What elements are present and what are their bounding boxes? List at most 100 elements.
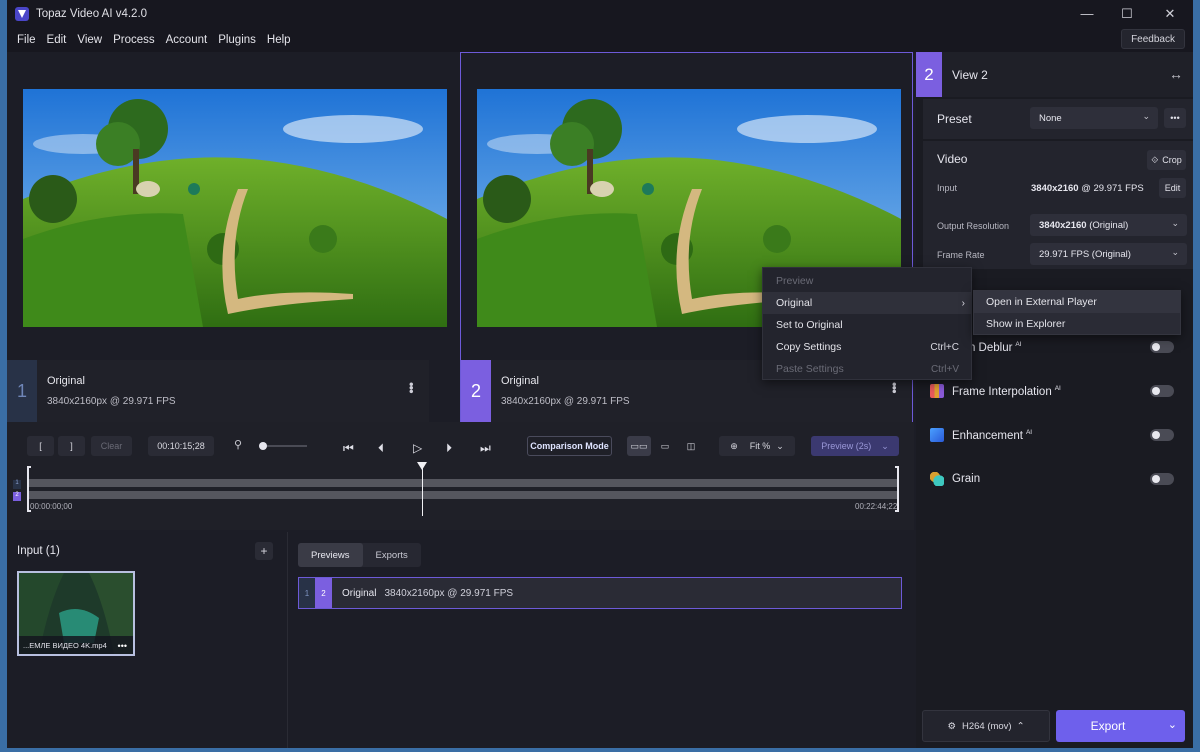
preset-dropdown[interactable]: None ⌄ <box>1030 107 1158 129</box>
step-back-icon[interactable]: ⏴ <box>378 441 384 456</box>
submenu-show-in-explorer[interactable]: Show in Explorer <box>974 313 1180 335</box>
grain-row: Grain <box>930 468 1180 490</box>
timecode-field[interactable]: 00:10:15;28 <box>148 436 214 456</box>
play-icon[interactable]: ▷ <box>413 441 422 455</box>
grain-toggle[interactable] <box>1150 473 1174 485</box>
previews-panel: Previews Exports 1 2 Original 3840x2160p… <box>288 532 914 748</box>
split-view-icon[interactable]: ◫ <box>679 436 703 456</box>
timeline-track-2[interactable] <box>27 491 899 499</box>
view-number-badge: 2 <box>916 52 942 97</box>
enhancement-row: Enhancement AI <box>930 424 1180 446</box>
minimize-button[interactable]: — <box>1067 0 1107 27</box>
viewer-number-badge[interactable]: 2 <box>461 360 491 422</box>
search-icon[interactable]: ⚲ <box>234 438 242 451</box>
single-view-icon[interactable]: ▭ <box>653 436 677 456</box>
feedback-button[interactable]: Feedback <box>1121 29 1185 49</box>
crop-button[interactable]: ⟐ Crop <box>1147 150 1186 170</box>
frame-rate-value: 29.971 FPS (Original) <box>1039 248 1131 260</box>
context-menu-original[interactable]: Original › <box>763 292 971 314</box>
chevron-down-icon[interactable]: ⌄ <box>881 441 889 452</box>
viewer-details: 3840x2160px @ 29.971 FPS <box>47 396 176 407</box>
viewer-details: 3840x2160px @ 29.971 FPS <box>501 396 630 407</box>
menu-view[interactable]: View <box>77 34 102 46</box>
skip-to-start-icon[interactable]: ⏮ <box>343 441 354 456</box>
crop-icon: ⟐ <box>1151 154 1159 165</box>
codec-label: H264 (mov) <box>961 720 1012 732</box>
preview-button[interactable]: Preview (2s) ⌄ <box>811 436 899 456</box>
mark-in-button[interactable]: [ <box>27 436 54 456</box>
timeline-track-1[interactable] <box>27 479 899 487</box>
settings-panel: 2 View 2 ↔ Preset None ⌄ ••• Video ⟐ Cro… <box>916 52 1193 748</box>
playhead[interactable] <box>416 462 427 516</box>
menu-plugins[interactable]: Plugins <box>218 34 256 46</box>
shortcut-label: Ctrl+V <box>930 363 959 375</box>
input-thumbnail[interactable]: ...ЕМЛЕ ВИДЕО 4K.mp4 ••• <box>17 571 135 656</box>
track-label-1: 1 <box>13 480 21 489</box>
viewer-title: Original <box>501 375 539 387</box>
context-menu-set-to-original[interactable]: Set to Original <box>763 314 971 336</box>
export-button[interactable]: Export ⌄ <box>1056 710 1185 742</box>
chevron-up-icon: ⌃ <box>1016 720 1025 732</box>
chevron-down-icon: ⌄ <box>1142 111 1150 121</box>
enhancement-toggle[interactable] <box>1150 429 1174 441</box>
tab-previews[interactable]: Previews <box>298 543 363 567</box>
motion-deblur-toggle[interactable] <box>1150 341 1174 353</box>
preset-more-button[interactable]: ••• <box>1164 108 1186 128</box>
chevron-down-icon: ⌄ <box>1171 218 1179 228</box>
menu-edit[interactable]: Edit <box>47 34 67 46</box>
timeline-end-time: 00:22:44;22 <box>855 502 898 511</box>
context-menu: Preview Original › Set to Original Copy … <box>762 267 972 380</box>
skip-to-end-icon[interactable]: ⏭ <box>480 441 491 456</box>
menu-file[interactable]: File <box>17 34 36 46</box>
frame-rate-dropdown[interactable]: 29.971 FPS (Original) ⌄ <box>1030 243 1187 265</box>
menu-help[interactable]: Help <box>267 34 291 46</box>
view-title: View 2 <box>952 67 988 82</box>
video-section: Video ⟐ Crop Input 3840x2160 @ 29.971 FP… <box>923 141 1193 269</box>
side-by-side-view-icon[interactable]: ▭▭ <box>627 436 651 456</box>
topaz-logo-icon <box>15 6 29 21</box>
input-panel-title: Input (1) <box>17 545 60 557</box>
more-options-icon[interactable]: ••• <box>118 641 127 651</box>
preset-label: Preset <box>937 112 972 126</box>
playhead-handle[interactable] <box>416 462 427 470</box>
clear-button[interactable]: Clear <box>91 436 132 456</box>
edit-input-button[interactable]: Edit <box>1159 178 1186 198</box>
timeline[interactable] <box>27 462 899 516</box>
input-value: 3840x2160 @ 29.971 FPS <box>1031 183 1144 194</box>
close-button[interactable]: ✕ <box>1147 0 1193 27</box>
more-options-icon[interactable]: ••• <box>887 382 902 393</box>
zoom-slider-handle[interactable] <box>259 442 267 450</box>
submenu-open-external-player[interactable]: Open in External Player <box>974 291 1180 313</box>
zoom-slider[interactable] <box>259 442 307 450</box>
more-options-icon[interactable]: ••• <box>404 382 419 393</box>
frame-interpolation-toggle[interactable] <box>1150 385 1174 397</box>
chevron-down-icon[interactable]: ⌄ <box>1168 718 1177 731</box>
preview-title: Original <box>342 587 377 599</box>
zoom-dropdown[interactable]: ⊕ Fit % ⌄ <box>719 436 795 456</box>
add-input-button[interactable]: + <box>255 542 273 560</box>
step-forward-icon[interactable]: ⏵ <box>446 441 452 456</box>
feature-label: Enhancement AI <box>952 428 1033 442</box>
frame-interpolation-icon <box>930 384 944 398</box>
video-section-title: Video <box>937 152 968 166</box>
mark-out-button[interactable]: ] <box>58 436 85 456</box>
output-resolution-dropdown[interactable]: 3840x2160 (Original) ⌄ <box>1030 214 1187 236</box>
codec-button[interactable]: ⚙ H264 (mov) ⌃ <box>922 710 1050 742</box>
shortcut-label: Ctrl+C <box>930 341 959 353</box>
tab-exports[interactable]: Exports <box>363 543 421 567</box>
track-label-2: 2 <box>13 492 21 501</box>
comparison-mode-button[interactable]: Comparison Mode <box>527 436 612 456</box>
preview-list-item[interactable]: 1 2 Original 3840x2160px @ 29.971 FPS <box>298 577 902 609</box>
viewer-1[interactable]: 1 Original 3840x2160px @ 29.971 FPS ••• <box>7 52 460 422</box>
context-menu-copy-settings[interactable]: Copy Settings Ctrl+C <box>763 336 971 358</box>
chevron-down-icon: ⌄ <box>1171 247 1179 257</box>
input-label: Input <box>937 183 958 193</box>
expand-icon[interactable]: ↔ <box>1169 66 1183 82</box>
menu-account[interactable]: Account <box>166 34 208 46</box>
feature-label: Frame Interpolation AI <box>952 384 1061 398</box>
maximize-button[interactable]: ☐ <box>1107 0 1147 27</box>
menu-process[interactable]: Process <box>113 34 155 46</box>
video-frame-1[interactable] <box>23 89 447 327</box>
preview-details: 3840x2160px @ 29.971 FPS <box>384 587 514 599</box>
viewer-number-badge[interactable]: 1 <box>7 360 37 422</box>
